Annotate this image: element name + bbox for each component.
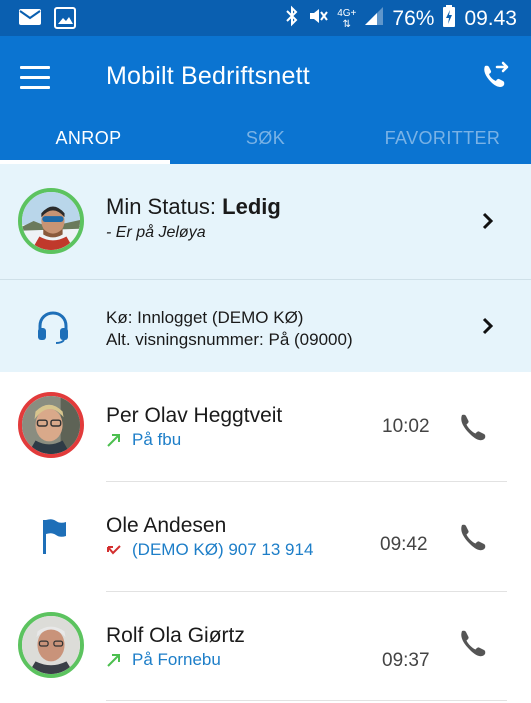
queue-login-text: Kø: Innlogget (DEMO KØ)	[106, 308, 304, 327]
queue-flag-icon	[43, 519, 66, 554]
chevron-right-icon	[482, 317, 494, 335]
call-detail-text: På Fornebu	[132, 650, 221, 669]
signal-icon	[364, 6, 384, 32]
outgoing-call-icon	[107, 654, 120, 667]
contact-name: Rolf Ola Giørtz	[106, 624, 245, 647]
headset-icon	[38, 311, 68, 344]
contact-name: Per Olav Heggtveit	[106, 404, 283, 427]
app-title: Mobilt Bedriftsnett	[106, 62, 310, 90]
contact-avatar	[18, 392, 84, 458]
call-detail: På fbu	[106, 430, 181, 450]
app-bar: Mobilt Bedriftsnett ANROP SØK FAVORITTER	[0, 36, 531, 164]
battery-percentage: 76%	[392, 7, 435, 30]
image-icon	[54, 7, 76, 34]
tab-bar: ANROP SØK FAVORITTER	[0, 116, 531, 164]
call-time: 09:37	[382, 650, 430, 671]
contact-avatar	[18, 612, 84, 678]
mute-icon	[307, 5, 329, 33]
outgoing-call-icon	[107, 434, 120, 447]
contact-name: Ole Andesen	[106, 514, 227, 537]
call-detail-text: (DEMO KØ) 907 13 914	[132, 540, 314, 559]
status-note: - Er på Jeløya	[106, 224, 206, 241]
status-prefix: Min Status:	[106, 194, 217, 219]
call-list-item[interactable]: Ole Andesen (DEMO KØ) 907 13 914 09:42	[0, 482, 531, 592]
system-status-bar: 4G+ ⇅ 76% 09.43	[0, 0, 531, 36]
phone-icon[interactable]	[456, 522, 488, 554]
clock: 09.43	[464, 7, 517, 30]
missed-call-icon	[107, 545, 121, 555]
status-panel: Min Status: Ledig - Er på Jeløya Kø: Inn…	[0, 164, 531, 372]
phone-icon[interactable]	[456, 412, 488, 444]
my-status-text: Min Status: Ledig	[106, 194, 281, 220]
battery-charging-icon	[442, 5, 456, 33]
call-detail: På Fornebu	[106, 650, 221, 670]
call-list-item[interactable]: Rolf Ola Giørtz På Fornebu 09:37	[0, 592, 531, 702]
my-avatar	[18, 188, 84, 254]
call-list-item[interactable]: Per Olav Heggtveit På fbu 10:02	[0, 372, 531, 482]
call-detail-text: På fbu	[132, 430, 182, 449]
bluetooth-icon	[285, 5, 299, 33]
call-time: 09:42	[380, 534, 428, 555]
status-value: Ledig	[222, 194, 281, 219]
queue-status-row[interactable]: Kø: Innlogget (DEMO KØ) Alt. visningsnum…	[0, 280, 531, 372]
tab-favoritter[interactable]: FAVORITTER	[354, 116, 531, 164]
hamburger-menu-icon[interactable]	[20, 66, 50, 90]
divider	[106, 700, 507, 701]
alt-display-number-text: Alt. visningsnummer: På (09000)	[106, 330, 353, 349]
tab-anrop[interactable]: ANROP	[0, 116, 177, 164]
call-transfer-icon[interactable]	[477, 58, 513, 94]
network-type-label: 4G+ ⇅	[337, 8, 357, 30]
phone-icon[interactable]	[456, 628, 488, 660]
call-time: 10:02	[382, 416, 430, 437]
mail-icon	[18, 7, 42, 34]
chevron-right-icon	[482, 212, 494, 230]
my-status-row[interactable]: Min Status: Ledig - Er på Jeløya	[0, 164, 531, 279]
call-detail: (DEMO KØ) 907 13 914	[106, 540, 313, 560]
tab-sok[interactable]: SØK	[177, 116, 354, 164]
